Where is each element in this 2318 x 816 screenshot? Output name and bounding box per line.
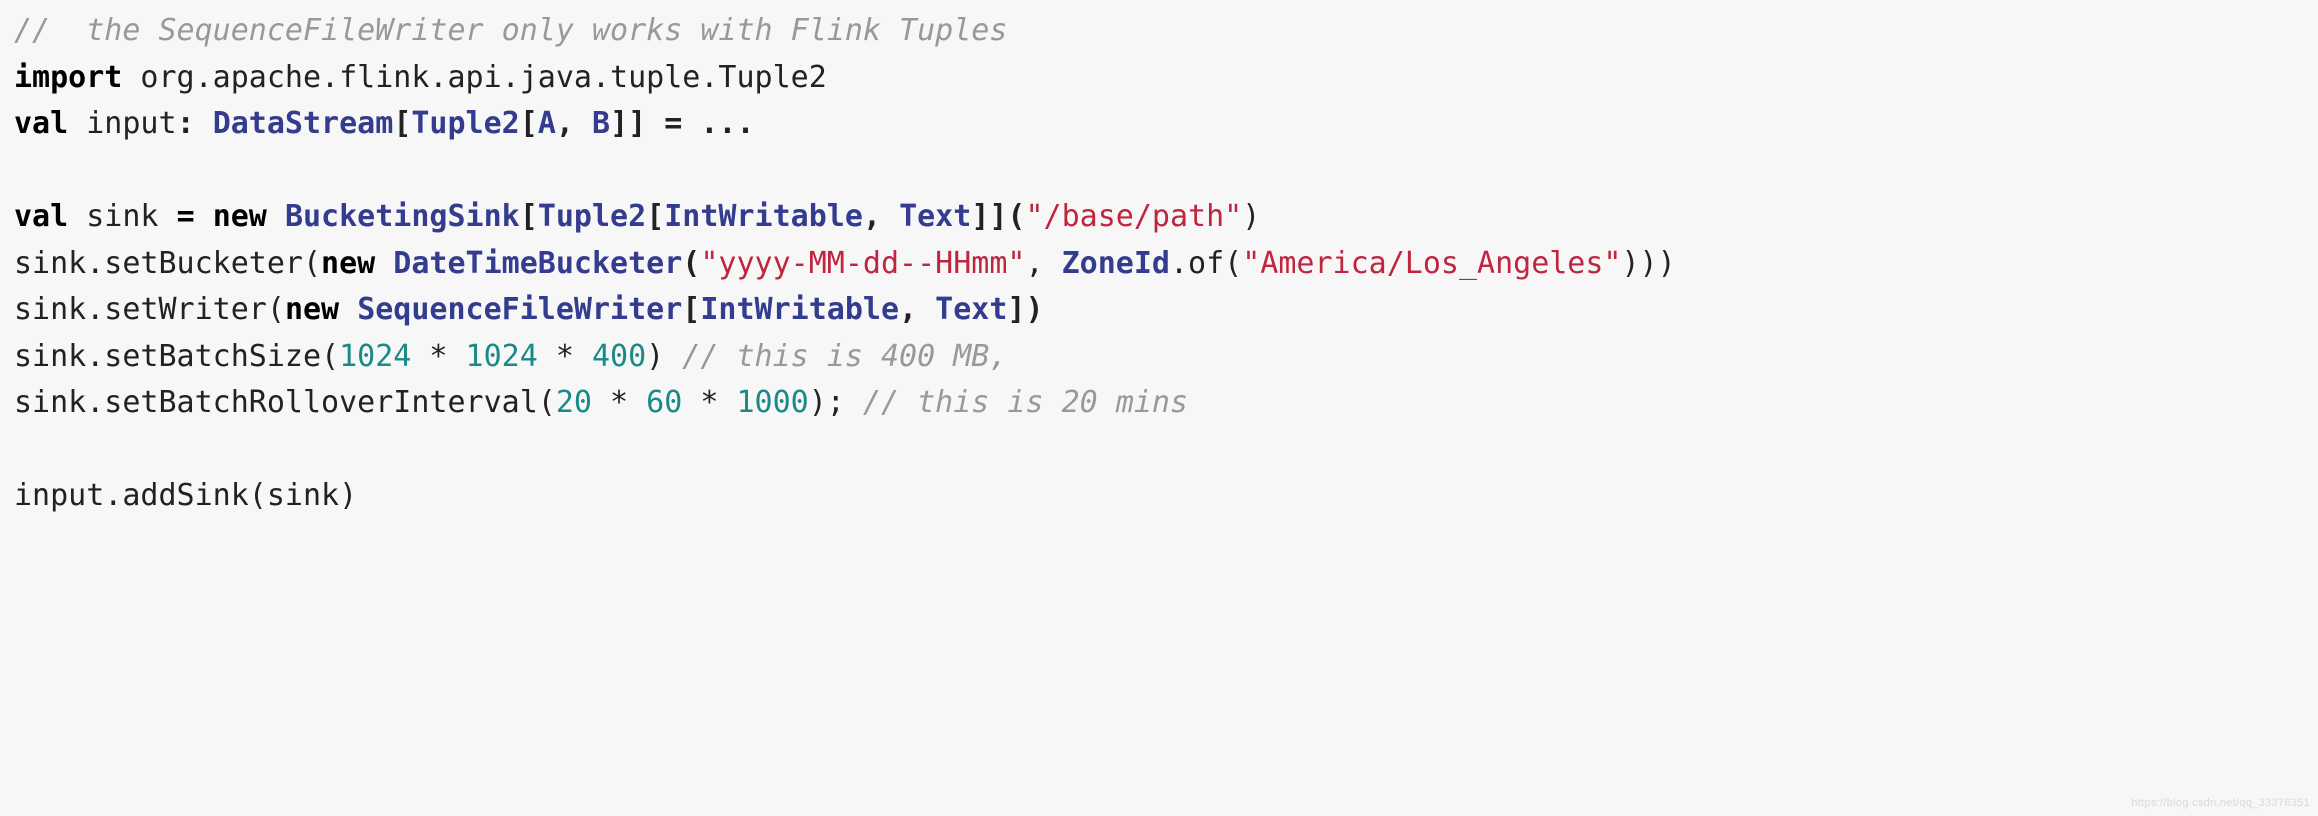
code-block: // the SequenceFileWriter only works wit…: [0, 0, 2318, 534]
number-literal: 1024: [339, 339, 411, 374]
type-text: Text: [899, 199, 971, 234]
code-text: sink.setBucketer(: [14, 246, 321, 281]
type-intwritable: IntWritable: [700, 292, 899, 327]
keyword-new: new: [285, 292, 339, 327]
code-punct: [: [682, 292, 700, 327]
code-text: sink: [68, 199, 176, 234]
type-datetimebucketer: DateTimeBucketer: [393, 246, 682, 281]
type-zoneid: ZoneId: [1062, 246, 1170, 281]
number-literal: 1024: [466, 339, 538, 374]
code-text: *: [411, 339, 465, 374]
code-punct: ]): [1007, 292, 1043, 327]
code-punct: [: [393, 106, 411, 141]
code-punct: (: [682, 246, 700, 281]
number-literal: 400: [592, 339, 646, 374]
number-literal: 20: [556, 385, 592, 420]
code-punct: [: [646, 199, 664, 234]
number-literal: 1000: [736, 385, 808, 420]
type-intwritable: IntWritable: [664, 199, 863, 234]
code-punct: );: [809, 385, 863, 420]
code-text: *: [682, 385, 736, 420]
code-text: [267, 199, 285, 234]
keyword-val: val: [14, 106, 68, 141]
code-text: *: [538, 339, 592, 374]
code-punct: ): [1242, 199, 1260, 234]
code-text: *: [592, 385, 646, 420]
type-datastream: DataStream: [213, 106, 394, 141]
string-literal: "yyyy-MM-dd--HHmm": [700, 246, 1025, 281]
code-punct: [: [520, 199, 538, 234]
code-punct: :: [177, 106, 213, 141]
number-literal: 60: [646, 385, 682, 420]
type-tuple2: Tuple2: [538, 199, 646, 234]
code-comment: // this is 400 MB,: [682, 339, 1007, 374]
code-comment: // this is 20 mins: [863, 385, 1188, 420]
string-literal: "America/Los_Angeles": [1242, 246, 1621, 281]
code-text: input.addSink(sink): [14, 478, 357, 513]
operator-equals: =: [177, 199, 195, 234]
code-punct: [: [520, 106, 538, 141]
code-punct: ))): [1622, 246, 1676, 281]
type-b: B: [592, 106, 610, 141]
type-bucketingsink: BucketingSink: [285, 199, 520, 234]
code-text: [375, 246, 393, 281]
string-literal: "/base/path": [1026, 199, 1243, 234]
code-comment: // the SequenceFileWriter only works wit…: [14, 13, 1007, 48]
code-text: sink.setBatchSize(: [14, 339, 339, 374]
type-a: A: [538, 106, 556, 141]
keyword-import: import: [14, 60, 122, 95]
type-tuple2: Tuple2: [411, 106, 519, 141]
code-text: [339, 292, 357, 327]
watermark-text: https://blog.csdn.net/qq_33376351: [2131, 795, 2310, 812]
code-punct: ,: [899, 292, 935, 327]
type-sequencefilewriter: SequenceFileWriter: [357, 292, 682, 327]
code-punct: ,: [556, 106, 592, 141]
code-punct: ,: [1025, 246, 1061, 281]
code-text: [195, 199, 213, 234]
code-punct: ): [646, 339, 682, 374]
keyword-new: new: [321, 246, 375, 281]
type-text: Text: [935, 292, 1007, 327]
code-punct: .of(: [1170, 246, 1242, 281]
code-punct: ]](: [971, 199, 1025, 234]
keyword-new: new: [213, 199, 267, 234]
code-punct: ]] = ...: [610, 106, 755, 141]
code-text: input: [68, 106, 176, 141]
code-text: sink.setBatchRolloverInterval(: [14, 385, 556, 420]
keyword-val: val: [14, 199, 68, 234]
code-text: org.apache.flink.api.java.tuple.Tuple2: [122, 60, 826, 95]
code-punct: ,: [863, 199, 899, 234]
code-text: sink.setWriter(: [14, 292, 285, 327]
